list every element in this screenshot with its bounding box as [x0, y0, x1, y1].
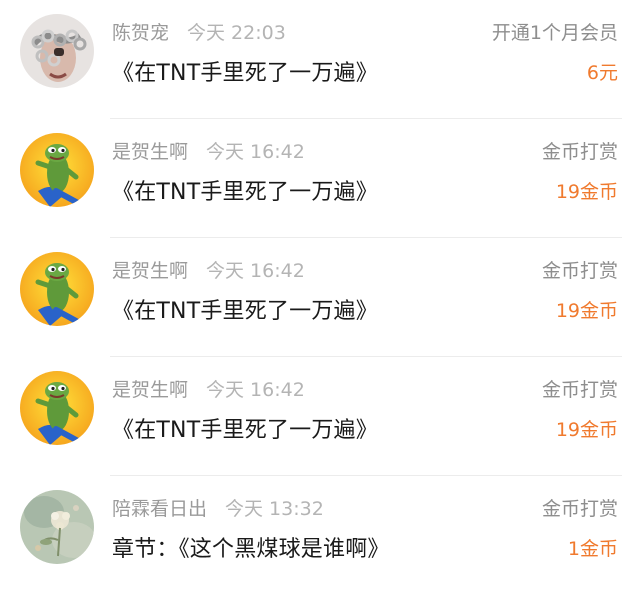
frog-avatar-icon	[20, 133, 94, 207]
username[interactable]: 是贺生啊	[112, 379, 188, 401]
avatar[interactable]	[20, 252, 94, 326]
avatar[interactable]	[20, 490, 94, 564]
flower-painting-avatar-icon	[20, 490, 94, 564]
username[interactable]: 陈贺宠	[112, 22, 169, 44]
username[interactable]: 是贺生啊	[112, 260, 188, 282]
work-title[interactable]: 《在TNT手里死了一万遍》	[112, 412, 378, 444]
action-label: 开通1个月会员	[491, 22, 618, 44]
avatar[interactable]	[20, 371, 94, 445]
chain-person-avatar-icon	[20, 14, 94, 88]
timestamp: 今天 13:32	[225, 498, 324, 520]
amount-label: 1金币	[567, 538, 618, 560]
chapter-title[interactable]: 章节：《这个黑煤球是谁啊》	[112, 531, 390, 563]
amount-label: 6元	[586, 62, 618, 84]
action-label: 金币打赏	[541, 498, 618, 520]
avatar[interactable]	[20, 133, 94, 207]
frog-avatar-icon	[20, 252, 94, 326]
work-title[interactable]: 《在TNT手里死了一万遍》	[112, 174, 378, 206]
action-label: 金币打赏	[541, 260, 618, 282]
frog-avatar-icon	[20, 371, 94, 445]
action-label: 金币打赏	[541, 379, 618, 401]
meta-line: 是贺生啊 今天 16:42	[112, 375, 305, 402]
username[interactable]: 是贺生啊	[112, 141, 188, 163]
list-item[interactable]: 是贺生啊 今天 16:42 《在TNT手里死了一万遍》 金币打赏 19金币	[0, 357, 640, 476]
username[interactable]: 陪霖看日出	[112, 498, 207, 520]
timestamp: 今天 16:42	[206, 379, 305, 401]
list-item[interactable]: 是贺生啊 今天 16:42 《在TNT手里死了一万遍》 金币打赏 19金币	[0, 238, 640, 357]
list-item[interactable]: 陪霖看日出 今天 13:32 章节：《这个黑煤球是谁啊》 金币打赏 1金币	[0, 476, 640, 595]
meta-line: 是贺生啊 今天 16:42	[112, 256, 305, 283]
work-title[interactable]: 《在TNT手里死了一万遍》	[112, 55, 378, 87]
timestamp: 今天 16:42	[206, 141, 305, 163]
reward-record-list: 陈贺宠 今天 22:03 《在TNT手里死了一万遍》 开通1个月会员 6元 是贺…	[0, 0, 640, 598]
meta-line: 是贺生啊 今天 16:42	[112, 137, 305, 164]
meta-line: 陪霖看日出 今天 13:32	[112, 494, 324, 521]
work-title[interactable]: 《在TNT手里死了一万遍》	[112, 293, 378, 325]
list-item[interactable]: 是贺生啊 今天 16:42 《在TNT手里死了一万遍》 金币打赏 19金币	[0, 119, 640, 238]
amount-label: 19金币	[555, 419, 618, 441]
timestamp: 今天 16:42	[206, 260, 305, 282]
amount-label: 19金币	[555, 181, 618, 203]
action-label: 金币打赏	[541, 141, 618, 163]
avatar[interactable]	[20, 14, 94, 88]
list-item[interactable]: 陈贺宠 今天 22:03 《在TNT手里死了一万遍》 开通1个月会员 6元	[0, 0, 640, 119]
timestamp: 今天 22:03	[187, 22, 286, 44]
amount-label: 19金币	[555, 300, 618, 322]
meta-line: 陈贺宠 今天 22:03	[112, 18, 286, 45]
